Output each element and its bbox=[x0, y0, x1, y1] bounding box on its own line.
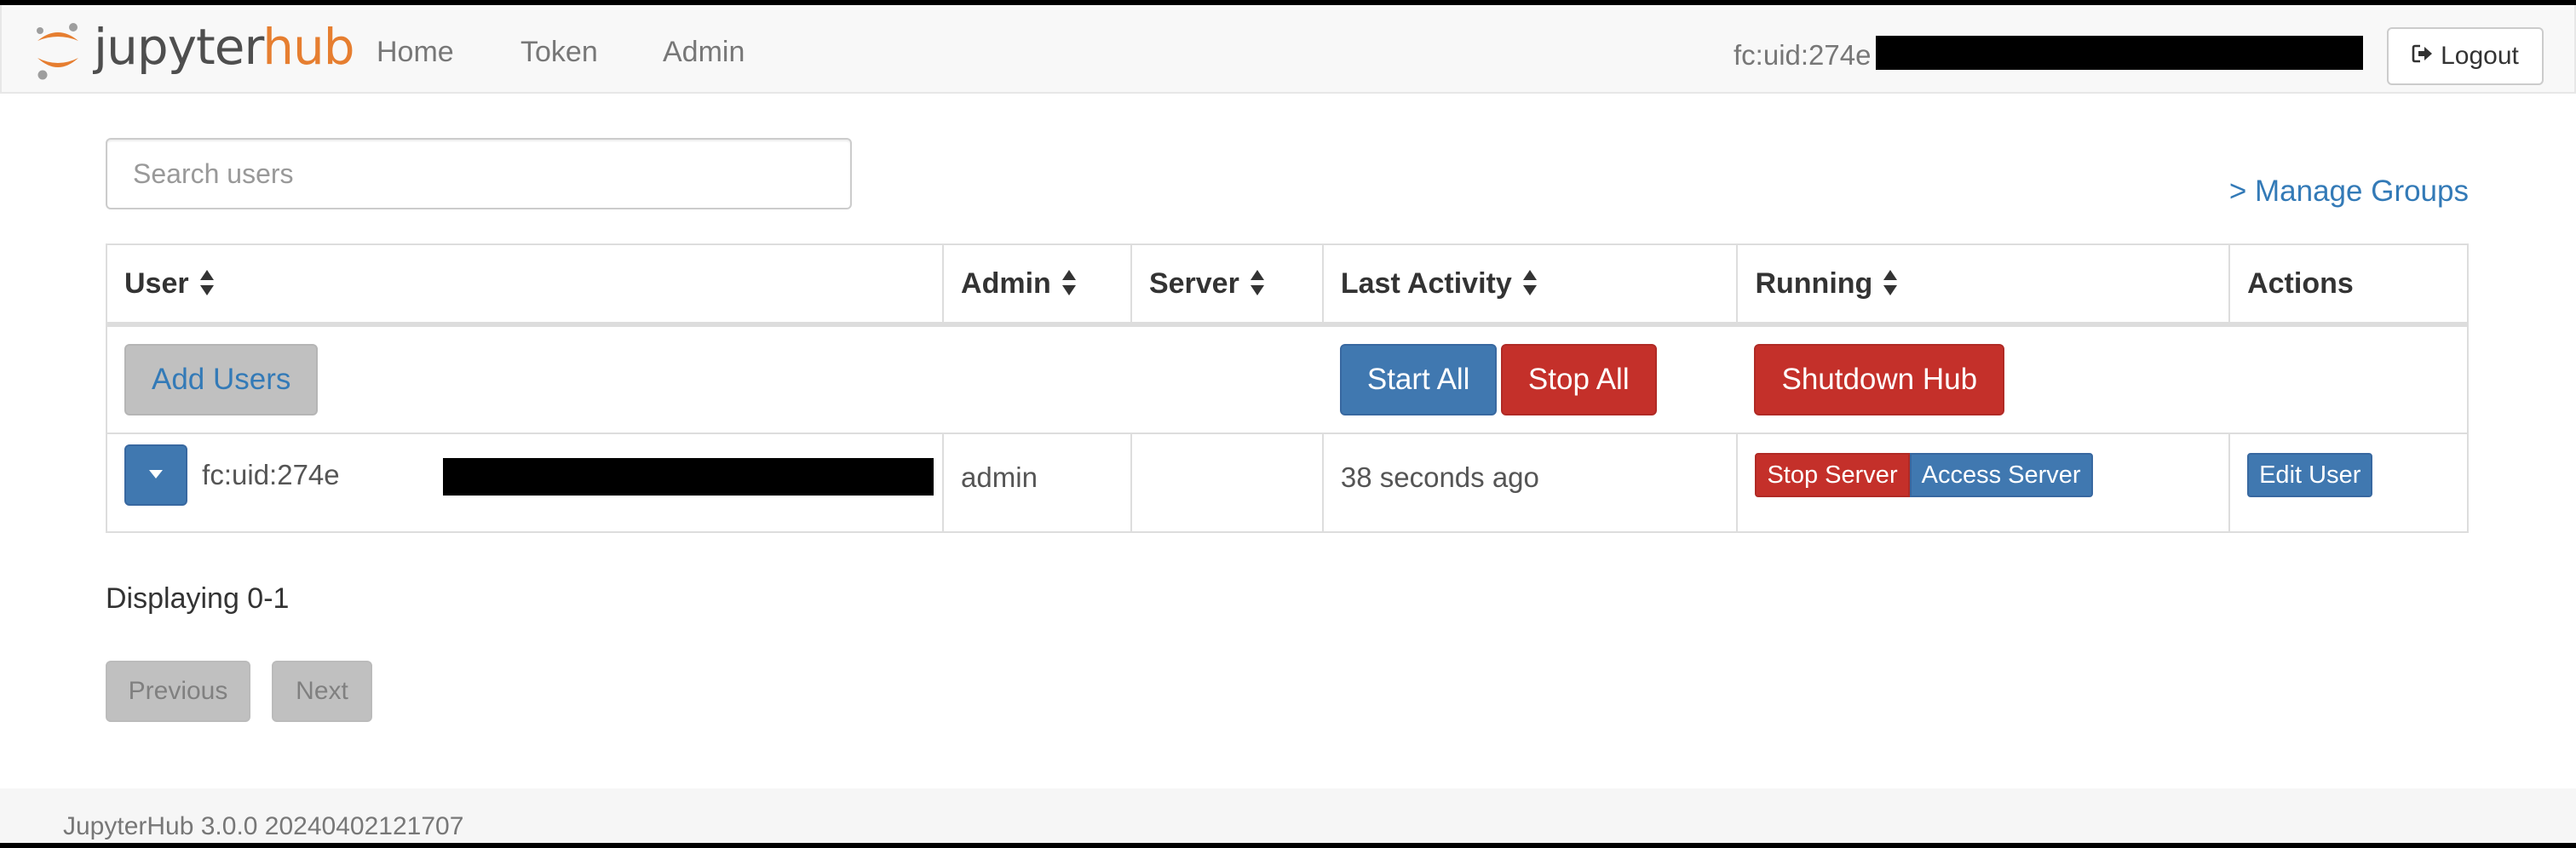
search-users-input[interactable] bbox=[106, 138, 852, 209]
sign-out-icon bbox=[2412, 42, 2434, 71]
cell-user: fc:uid:274e bbox=[105, 433, 945, 533]
expand-user-button[interactable] bbox=[124, 444, 187, 506]
cell-actions: Edit User bbox=[2228, 433, 2469, 533]
logo-wordmark: jupyterhub bbox=[94, 22, 355, 72]
table-row: fc:uid:274e admin 38 seconds ago Stop Se… bbox=[105, 433, 2469, 533]
jupyterhub-logo[interactable]: jupyterhub bbox=[34, 20, 355, 80]
table-header-row: User Admin Server Last Activity Running … bbox=[105, 244, 2469, 327]
logo-text-hub: hub bbox=[262, 18, 354, 76]
redacted-username bbox=[443, 458, 934, 496]
column-label: Server bbox=[1148, 266, 1239, 300]
nav-admin[interactable]: Admin bbox=[663, 36, 745, 69]
column-header-admin[interactable]: Admin bbox=[942, 244, 1132, 327]
sort-icon[interactable] bbox=[1250, 269, 1265, 296]
caret-down-icon bbox=[148, 469, 164, 482]
bulk-cell-activity: Start All Stop All bbox=[1322, 324, 1738, 434]
start-all-button[interactable]: Start All bbox=[1339, 344, 1498, 415]
sort-icon[interactable] bbox=[1883, 269, 1898, 296]
nav-token[interactable]: Token bbox=[520, 36, 598, 69]
bulk-cell-running: Shutdown Hub bbox=[1737, 324, 2230, 434]
edit-user-button[interactable]: Edit User bbox=[2247, 453, 2373, 497]
logo-text-jupyter: jupyter bbox=[94, 18, 263, 76]
stop-server-button[interactable]: Stop Server bbox=[1755, 453, 1910, 497]
cell-admin: admin bbox=[942, 433, 1132, 533]
redacted-username bbox=[1876, 36, 2363, 70]
footer: JupyterHub 3.0.0 20240402121707 bbox=[0, 788, 2576, 848]
column-header-user[interactable]: User bbox=[105, 244, 945, 327]
users-table: User Admin Server Last Activity Running … bbox=[105, 244, 2469, 533]
column-header-last-activity[interactable]: Last Activity bbox=[1321, 244, 1739, 327]
access-server-button[interactable]: Access Server bbox=[1909, 453, 2093, 497]
column-label: Admin bbox=[961, 266, 1051, 300]
bulk-cell-server bbox=[1130, 324, 1323, 434]
column-label: User bbox=[124, 266, 189, 300]
column-header-server[interactable]: Server bbox=[1130, 244, 1324, 327]
previous-page-button[interactable]: Previous bbox=[106, 661, 250, 722]
manage-groups-link[interactable]: > Manage Groups bbox=[2229, 175, 2469, 209]
nav-home[interactable]: Home bbox=[377, 36, 454, 69]
column-label: Last Activity bbox=[1340, 266, 1512, 300]
sort-icon[interactable] bbox=[1061, 269, 1077, 296]
bulk-cell-actions bbox=[2229, 324, 2469, 434]
bulk-cell-admin bbox=[943, 324, 1131, 434]
jupyter-logo-icon bbox=[34, 20, 82, 80]
cell-last-activity: 38 seconds ago bbox=[1321, 433, 1739, 533]
pagination-status: Displaying 0-1 bbox=[106, 582, 290, 615]
bulk-actions-row: Add Users Start All Stop All Shutdown Hu… bbox=[105, 324, 2469, 434]
stop-all-button[interactable]: Stop All bbox=[1500, 344, 1657, 415]
bulk-cell-user: Add Users bbox=[105, 324, 944, 434]
column-label: Running bbox=[1755, 266, 1873, 300]
logout-label: Logout bbox=[2441, 42, 2519, 70]
next-page-button[interactable]: Next bbox=[272, 661, 372, 722]
logout-button[interactable]: Logout bbox=[2387, 27, 2544, 85]
sort-icon[interactable] bbox=[1522, 269, 1538, 296]
add-users-button[interactable]: Add Users bbox=[124, 344, 319, 415]
navbar: jupyterhub Home Token Admin fc:uid:274e … bbox=[0, 5, 2576, 94]
sort-icon[interactable] bbox=[199, 269, 215, 296]
bottom-edge bbox=[0, 843, 2576, 848]
version-info: JupyterHub 3.0.0 20240402121707 bbox=[63, 812, 464, 840]
column-header-running[interactable]: Running bbox=[1736, 244, 2231, 327]
current-username: fc:uid:274e bbox=[1734, 39, 1872, 71]
cell-running: Stop Server Access Server bbox=[1736, 433, 2231, 533]
username: fc:uid:274e bbox=[202, 459, 340, 490]
shutdown-hub-button[interactable]: Shutdown Hub bbox=[1754, 344, 2005, 415]
cell-server bbox=[1130, 433, 1324, 533]
server-button-group: Stop Server Access Server bbox=[1755, 453, 2093, 497]
column-header-actions: Actions bbox=[2228, 244, 2469, 327]
column-label: Actions bbox=[2247, 266, 2354, 300]
